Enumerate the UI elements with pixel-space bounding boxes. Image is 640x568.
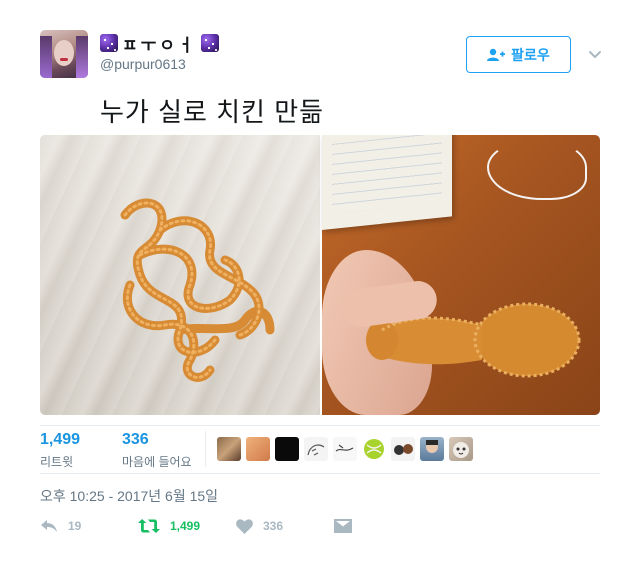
follow-button[interactable]: 팔로우 <box>466 36 571 73</box>
retweet-stat-label: 리트윗 <box>40 455 74 469</box>
liker-avatar[interactable] <box>420 437 444 461</box>
liker-avatar[interactable] <box>391 437 415 461</box>
retweet-count: 1,499 <box>170 519 201 533</box>
retweet-button[interactable]: 1,499 <box>138 518 220 534</box>
retweet-stat[interactable]: 1,499 리트윗 <box>40 431 80 470</box>
display-name-row[interactable]: ㅍㅜㅇㅓ <box>100 31 219 56</box>
liker-avatar[interactable] <box>304 437 328 461</box>
tweet-actions: 19 1,499 336 <box>40 516 378 536</box>
liker-avatar[interactable] <box>217 437 241 461</box>
retweet-stat-count: 1,499 <box>40 431 81 448</box>
reply-count: 19 <box>68 519 82 533</box>
orange-yarn-pile-image <box>120 198 275 382</box>
like-stat-label: 마음에 들어요 <box>122 455 192 469</box>
liker-avatar[interactable] <box>333 437 357 461</box>
divider <box>205 431 206 467</box>
profile-avatar[interactable] <box>40 30 88 78</box>
add-user-icon <box>487 48 506 61</box>
tweet-photo-yarn-chicken-drumstick[interactable] <box>322 135 600 415</box>
liker-avatar[interactable] <box>362 437 386 461</box>
chevron-down-icon[interactable] <box>587 46 603 62</box>
retweet-icon <box>138 519 160 533</box>
liker-avatars <box>217 437 478 461</box>
tweet-media[interactable] <box>40 135 600 415</box>
liker-avatar[interactable] <box>246 437 270 461</box>
direct-message-button[interactable] <box>334 519 362 533</box>
like-count: 336 <box>263 519 284 533</box>
liker-avatar[interactable] <box>275 437 299 461</box>
tweet-timestamp[interactable]: 오후 10:25 - 2017년 6월 15일 <box>40 486 218 506</box>
like-stat-count: 336 <box>122 431 149 448</box>
envelope-icon <box>334 519 352 533</box>
reply-icon <box>41 520 57 532</box>
display-name[interactable]: ㅍㅜㅇㅓ <box>122 31 197 56</box>
reply-button[interactable]: 19 <box>40 518 122 534</box>
galaxy-emoji-icon <box>200 34 219 52</box>
like-stat[interactable]: 336 마음에 들어요 <box>122 431 192 470</box>
galaxy-emoji-icon <box>100 34 118 52</box>
like-button[interactable]: 336 <box>236 518 318 534</box>
follow-button-label: 팔로우 <box>511 46 550 63</box>
heart-icon <box>236 518 253 534</box>
user-handle[interactable]: @purpur0613 <box>100 56 186 72</box>
divider <box>40 425 600 426</box>
tweet-text: 누가 실로 치킨 만듦 <box>100 97 325 127</box>
tweet-photo-yarn-on-floor[interactable] <box>40 135 320 415</box>
yarn-drumstick-image <box>366 302 581 378</box>
divider <box>40 473 600 474</box>
liker-avatar[interactable] <box>449 437 473 461</box>
